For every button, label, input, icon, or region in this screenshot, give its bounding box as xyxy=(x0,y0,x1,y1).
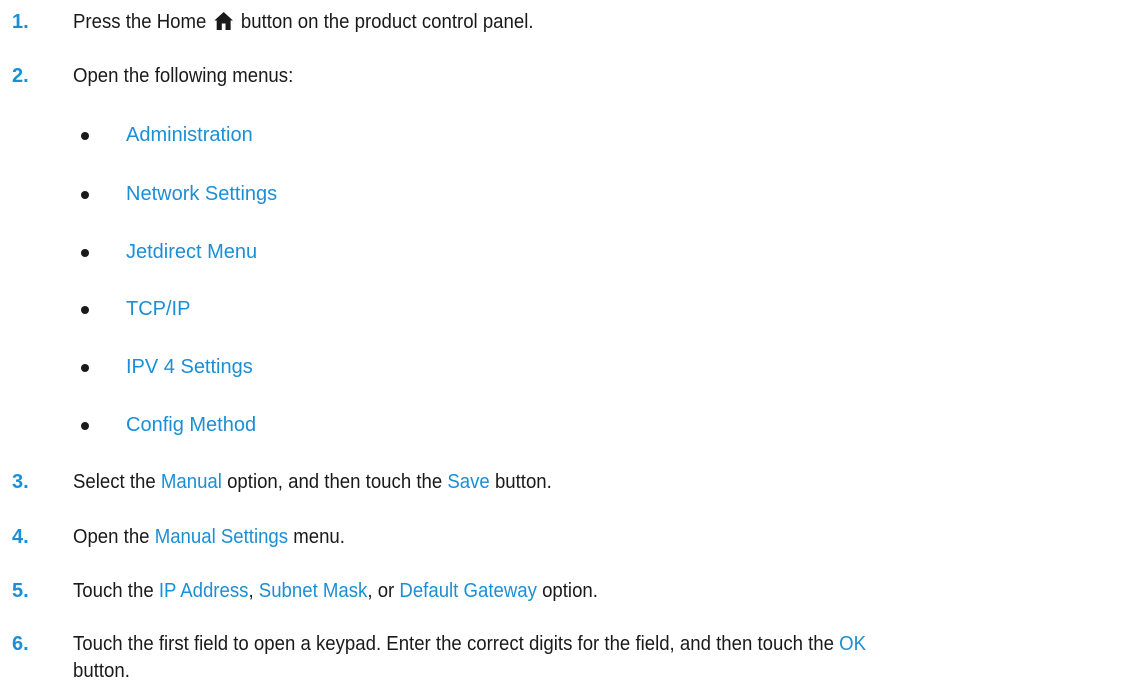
bullet-dot xyxy=(81,191,89,199)
step-number: 3. xyxy=(12,471,29,493)
step-text-post: option. xyxy=(536,580,598,602)
step-text: Open the following menus: xyxy=(73,65,294,87)
bullet-dot xyxy=(81,422,89,430)
menu-item-label: Config Method xyxy=(126,414,257,436)
step-text-post: button. xyxy=(489,471,552,493)
menu-item-label: Network Settings xyxy=(126,183,278,205)
keyword-subnet-mask: Subnet Mask xyxy=(258,580,368,602)
step-text-sep: , xyxy=(248,580,259,602)
keyword-ok: OK xyxy=(839,633,867,655)
step-number: 5. xyxy=(12,580,29,602)
bullet-dot xyxy=(81,132,89,140)
home-icon xyxy=(213,11,233,39)
keyword-save: Save xyxy=(447,471,490,493)
step-text: Touch the first field to open a keypad. … xyxy=(73,631,1051,658)
step-text: Open the Manual Settings menu. xyxy=(73,524,1051,551)
step-text-pre: Touch the xyxy=(73,580,159,602)
instruction-document: 1. Press the Home button on the product … xyxy=(0,0,1133,685)
step-text-pre: Press the Home xyxy=(73,11,212,33)
step-text-pre: Touch the first field to open a keypad. … xyxy=(73,633,840,655)
step-number: 6. xyxy=(12,633,29,655)
keyword-default-gateway: Default Gateway xyxy=(399,580,537,602)
step-text-sep: , or xyxy=(367,580,400,602)
step-text-post: button on the product control panel. xyxy=(235,11,534,33)
bullet-dot xyxy=(81,364,89,372)
menu-item-label: TCP/IP xyxy=(126,298,191,320)
step-text: Select the Manual option, and then touch… xyxy=(73,469,1051,496)
keyword-manual: Manual xyxy=(160,471,222,493)
bullet-dot xyxy=(81,249,89,257)
step-number: 2. xyxy=(12,65,29,87)
step-number: 4. xyxy=(12,526,29,548)
step-text-pre: Open the xyxy=(73,526,155,548)
step-text-mid: option, and then touch the xyxy=(221,471,448,493)
menu-item-label: Administration xyxy=(126,124,253,146)
keyword-manual-settings: Manual Settings xyxy=(154,526,289,548)
step-text-pre: Select the xyxy=(73,471,161,493)
menu-item-label: IPV 4 Settings xyxy=(126,356,253,378)
bullet-dot xyxy=(81,306,89,314)
step-text-line-2: button. xyxy=(73,660,130,682)
step-text-post: menu. xyxy=(288,526,345,548)
step-text: Press the Home button on the product con… xyxy=(73,9,1051,39)
step-text: Touch the IP Address, Subnet Mask, or De… xyxy=(73,578,1051,605)
menu-item-label: Jetdirect Menu xyxy=(126,241,258,263)
step-number: 1. xyxy=(12,11,29,33)
keyword-ip-address: IP Address xyxy=(158,580,249,602)
